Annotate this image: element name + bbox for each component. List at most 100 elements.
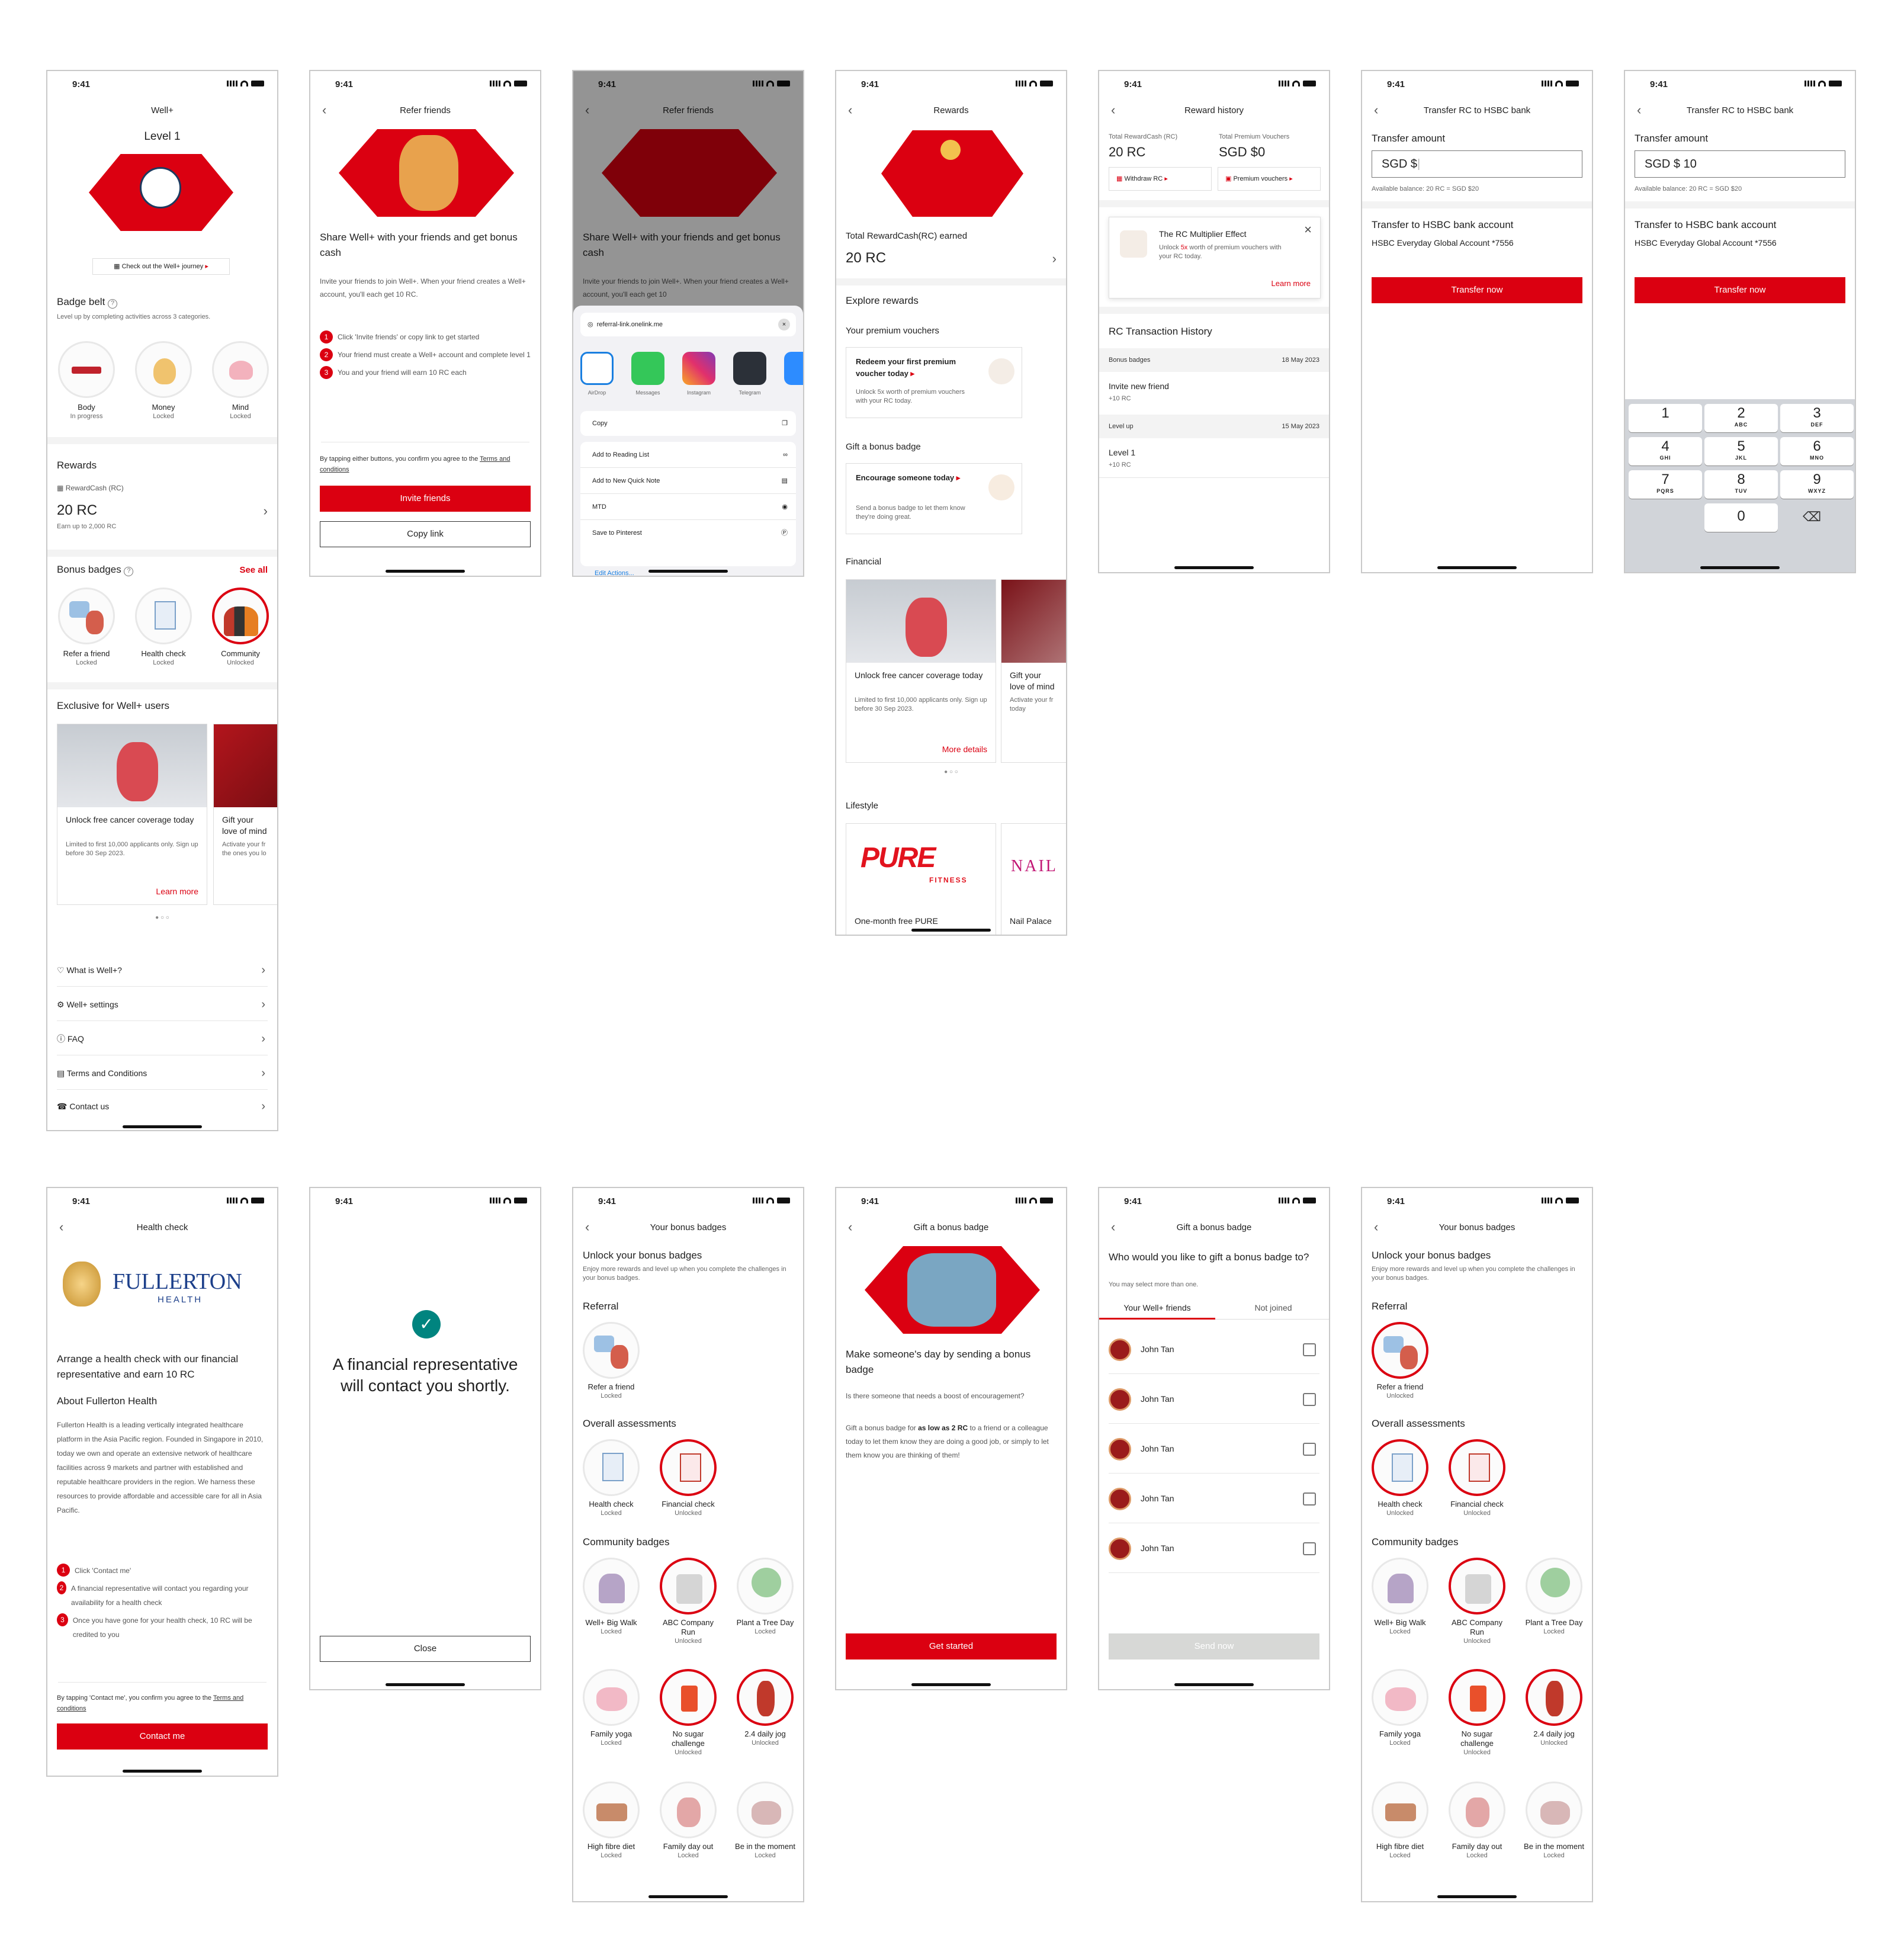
- fibre-diet-badge[interactable]: [1372, 1782, 1428, 1838]
- community-badge[interactable]: [212, 588, 269, 644]
- key-5[interactable]: 5 JKL: [1704, 437, 1778, 466]
- back-icon[interactable]: ‹: [59, 1219, 63, 1235]
- pinterest-action[interactable]: Save to Pinterest Ⓟ: [580, 520, 796, 546]
- fibre-diet-badge[interactable]: [583, 1782, 640, 1838]
- back-icon[interactable]: ‹: [1637, 102, 1641, 118]
- friend-checkbox[interactable]: [1303, 1542, 1316, 1555]
- tab-wellplus-friends[interactable]: Your Well+ friends: [1099, 1296, 1215, 1320]
- gift-card[interactable]: Encourage someone today ▸ Send a bonus b…: [846, 463, 1022, 534]
- refer-friend-badge[interactable]: [58, 588, 115, 644]
- plant-tree-badge[interactable]: [737, 1558, 794, 1614]
- close-icon[interactable]: ×: [1304, 222, 1312, 237]
- friend-row[interactable]: John Tan: [1109, 1526, 1319, 1573]
- menu-what-is[interactable]: ♡ What is Well+? ›: [57, 954, 268, 987]
- key-4[interactable]: 4 GHI: [1629, 437, 1702, 466]
- close-icon[interactable]: ×: [778, 319, 790, 330]
- transfer-now-button[interactable]: Transfer now: [1372, 277, 1582, 303]
- no-sugar-badge[interactable]: [1449, 1669, 1505, 1726]
- premium-vouchers-button[interactable]: ▣ Premium vouchers ▸: [1218, 167, 1321, 191]
- transfer-now-button[interactable]: Transfer now: [1635, 277, 1845, 303]
- info-icon[interactable]: ?: [108, 299, 118, 309]
- lifestyle-card[interactable]: NAIL Nail Palace: [1001, 823, 1066, 935]
- family-yoga-badge[interactable]: [1372, 1669, 1428, 1726]
- send-now-button[interactable]: Send now: [1109, 1633, 1319, 1660]
- menu-settings[interactable]: ⚙ Well+ settings ›: [57, 988, 268, 1021]
- big-walk-badge[interactable]: [583, 1558, 640, 1614]
- friend-checkbox[interactable]: [1303, 1443, 1316, 1456]
- back-icon[interactable]: ‹: [585, 1219, 589, 1235]
- back-icon[interactable]: ‹: [848, 1219, 852, 1235]
- daily-jog-badge[interactable]: [737, 1669, 794, 1726]
- family-day-badge[interactable]: [1449, 1782, 1505, 1838]
- key-3[interactable]: 3 DEF: [1780, 404, 1854, 432]
- close-button[interactable]: Close: [320, 1636, 531, 1662]
- friend-checkbox[interactable]: [1303, 1492, 1316, 1506]
- family-day-badge[interactable]: [660, 1782, 717, 1838]
- contact-me-button[interactable]: Contact me: [57, 1723, 268, 1750]
- plant-tree-badge[interactable]: [1526, 1558, 1582, 1614]
- health-check-badge[interactable]: [583, 1439, 640, 1496]
- key-0[interactable]: 0: [1704, 503, 1778, 532]
- messages-app[interactable]: [631, 352, 664, 385]
- amount-input[interactable]: SGD $ 10: [1635, 150, 1845, 178]
- friend-row[interactable]: John Tan: [1109, 1476, 1319, 1523]
- info-icon[interactable]: ?: [124, 567, 134, 576]
- refer-friend-badge[interactable]: [583, 1322, 640, 1379]
- menu-faq[interactable]: ⓘ FAQ ›: [57, 1022, 268, 1055]
- key-8[interactable]: 8 TUV: [1704, 470, 1778, 499]
- airdrop-app[interactable]: [580, 352, 614, 385]
- mtd-action[interactable]: MTD ◉: [580, 494, 796, 520]
- key-9[interactable]: 9 WXYZ: [1780, 470, 1854, 499]
- key-6[interactable]: 6 MNO: [1780, 437, 1854, 466]
- financial-check-badge[interactable]: [660, 1439, 717, 1496]
- reading-list-action[interactable]: Add to Reading List ∞: [580, 442, 796, 468]
- health-check-badge[interactable]: [1372, 1439, 1428, 1496]
- tab-not-joined[interactable]: Not joined: [1215, 1296, 1329, 1320]
- back-icon[interactable]: ‹: [322, 102, 326, 118]
- zoom-app[interactable]: [784, 352, 803, 385]
- no-sugar-badge[interactable]: [660, 1669, 717, 1726]
- friend-checkbox[interactable]: [1303, 1393, 1316, 1406]
- back-icon[interactable]: ‹: [1374, 102, 1378, 118]
- refer-friend-badge[interactable]: [1372, 1322, 1428, 1379]
- key-7[interactable]: 7 PQRS: [1629, 470, 1702, 499]
- backspace-icon[interactable]: ⌫: [1803, 509, 1821, 525]
- instagram-app[interactable]: [682, 352, 715, 385]
- back-icon[interactable]: ‹: [1374, 1219, 1378, 1235]
- menu-terms[interactable]: ▤ Terms and Conditions ›: [57, 1057, 268, 1090]
- telegram-app[interactable]: [733, 352, 766, 385]
- back-icon[interactable]: ‹: [848, 102, 852, 118]
- copy-action[interactable]: Copy ❐: [580, 411, 796, 436]
- promo-card[interactable]: Unlock free cancer coverage today Limite…: [57, 724, 207, 905]
- rc-value[interactable]: 20 RC: [57, 502, 97, 519]
- belt-mind-badge[interactable]: [212, 341, 269, 398]
- belt-money-badge[interactable]: [135, 341, 192, 398]
- invite-friends-button[interactable]: Invite friends: [320, 486, 531, 512]
- financial-card[interactable]: Unlock free cancer coverage today Limite…: [846, 579, 996, 763]
- copy-link-button[interactable]: Copy link: [320, 521, 531, 547]
- moment-badge[interactable]: [737, 1782, 794, 1838]
- moment-badge[interactable]: [1526, 1782, 1582, 1838]
- learn-more-link[interactable]: Learn more: [1272, 279, 1311, 288]
- chevron-right-icon[interactable]: ›: [1052, 251, 1057, 267]
- friend-row[interactable]: John Tan: [1109, 1376, 1319, 1424]
- journey-button[interactable]: ▦ Check out the Well+ journey ▸: [92, 258, 230, 275]
- menu-contact[interactable]: ☎ Contact us ›: [57, 1090, 268, 1123]
- see-all-link[interactable]: See all: [239, 565, 268, 575]
- friend-row[interactable]: John Tan: [1109, 1426, 1319, 1474]
- company-run-badge[interactable]: [1449, 1558, 1505, 1614]
- learn-more-link[interactable]: Learn more: [156, 887, 198, 896]
- health-check-badge[interactable]: [135, 588, 192, 644]
- financial-check-badge[interactable]: [1449, 1439, 1505, 1496]
- family-yoga-badge[interactable]: [583, 1669, 640, 1726]
- back-icon[interactable]: ‹: [1111, 102, 1115, 118]
- daily-jog-badge[interactable]: [1526, 1669, 1582, 1726]
- friend-row[interactable]: John Tan: [1109, 1327, 1319, 1374]
- get-started-button[interactable]: Get started: [846, 1633, 1057, 1660]
- edit-actions-link[interactable]: Edit Actions...: [595, 570, 634, 576]
- rc-earned-value[interactable]: 20 RC: [846, 250, 886, 267]
- lifestyle-card[interactable]: PURE FITNESS One-month free PURE: [846, 823, 996, 935]
- big-walk-badge[interactable]: [1372, 1558, 1428, 1614]
- friend-checkbox[interactable]: [1303, 1343, 1316, 1356]
- promo-card[interactable]: Gift your love of mind Activate your fr …: [213, 724, 277, 905]
